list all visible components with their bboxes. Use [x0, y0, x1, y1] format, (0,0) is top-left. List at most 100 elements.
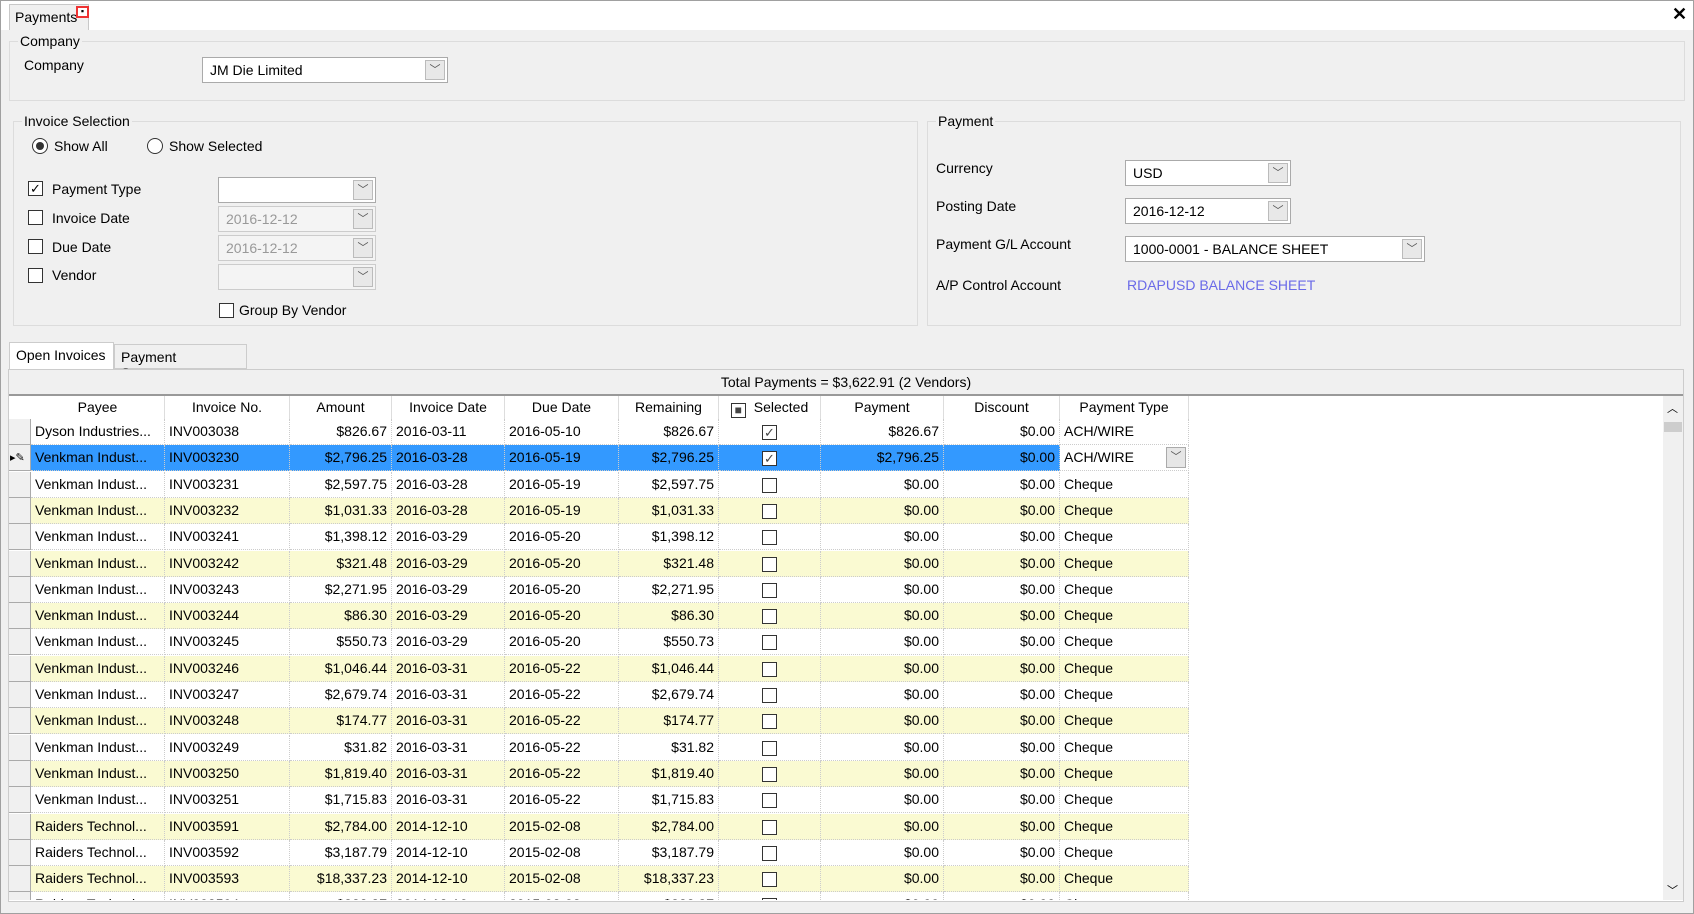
cell-selected[interactable] — [719, 892, 821, 900]
cell-selected[interactable] — [719, 787, 821, 814]
cell-selected[interactable] — [719, 813, 821, 840]
cell-discount[interactable]: $0.00 — [944, 445, 1060, 472]
group-by-vendor-checkbox[interactable] — [219, 303, 234, 318]
selected-checkbox[interactable] — [762, 872, 777, 888]
chevron-down-icon[interactable]: ﹀ — [1166, 447, 1186, 469]
selected-checkbox[interactable] — [762, 556, 777, 572]
row-header[interactable]: ▸✎ — [9, 445, 31, 472]
cell-payment-type[interactable]: Cheque — [1060, 550, 1189, 577]
column-header-payment[interactable]: Payment — [821, 396, 944, 419]
cell-discount[interactable]: $0.00 — [944, 524, 1060, 551]
selected-checkbox[interactable]: ✓ — [762, 451, 777, 467]
table-row[interactable]: Venkman Indust... INV003246 $1,046.44 2016-… — [9, 655, 1189, 682]
cell-payment[interactable]: $0.00 — [821, 629, 944, 656]
cell-discount[interactable]: $0.00 — [944, 734, 1060, 761]
invoice-date-checkbox[interactable] — [28, 210, 43, 225]
selected-checkbox[interactable] — [762, 635, 777, 651]
row-header[interactable] — [9, 497, 31, 524]
show-selected-radio[interactable] — [147, 138, 163, 154]
cell-discount[interactable]: $0.00 — [944, 419, 1060, 445]
cell-payment-type[interactable]: Cheque — [1060, 892, 1189, 900]
cell-payment[interactable]: $0.00 — [821, 682, 944, 708]
table-row[interactable]: Dyson Industries... INV003038 $826.67 2016-… — [9, 419, 1189, 445]
cell-payment[interactable]: $0.00 — [821, 813, 944, 840]
table-row[interactable]: Raiders Technol... INV003594 $333.87 2014-1… — [9, 892, 1189, 900]
chevron-down-icon[interactable]: ﹀ — [353, 180, 373, 200]
selected-checkbox[interactable] — [762, 477, 777, 493]
column-header-invoice-no[interactable]: Invoice No. — [165, 396, 290, 419]
row-header[interactable] — [9, 629, 31, 656]
cell-payment[interactable]: $0.00 — [821, 576, 944, 603]
table-row[interactable]: Venkman Indust... INV003250 $1,819.40 2016-… — [9, 760, 1189, 787]
table-row[interactable]: Venkman Indust... INV003248 $174.77 2016-03… — [9, 708, 1189, 735]
selected-checkbox[interactable] — [762, 503, 777, 519]
selected-checkbox[interactable]: ✓ — [762, 425, 777, 440]
row-header[interactable] — [9, 813, 31, 840]
selected-checkbox[interactable] — [762, 845, 777, 861]
row-header[interactable] — [9, 550, 31, 577]
tab-open-invoices[interactable]: Open Invoices — [9, 342, 114, 369]
cell-discount[interactable]: $0.00 — [944, 892, 1060, 900]
cell-selected[interactable] — [719, 471, 821, 498]
cell-payment-type[interactable]: Cheque — [1060, 866, 1189, 893]
table-row[interactable]: Raiders Technol... INV003592 $3,187.79 2014… — [9, 839, 1189, 866]
row-header[interactable] — [9, 576, 31, 603]
ap-control-link[interactable]: RDAPUSD BALANCE SHEET — [1127, 277, 1315, 293]
payment-type-checkbox[interactable]: ✓ — [28, 181, 43, 196]
chevron-down-icon[interactable]: ﹀ — [1268, 163, 1288, 183]
chevron-down-icon[interactable]: ﹀ — [1268, 201, 1288, 221]
cell-discount[interactable]: $0.00 — [944, 682, 1060, 708]
cell-payment[interactable]: $0.00 — [821, 603, 944, 630]
table-row[interactable]: Venkman Indust... INV003243 $2,271.95 2016-… — [9, 576, 1189, 603]
selected-checkbox[interactable] — [762, 819, 777, 835]
vendor-checkbox[interactable] — [28, 268, 43, 283]
cell-discount[interactable]: $0.00 — [944, 866, 1060, 893]
column-header-selected[interactable]: ■ Selected — [719, 396, 821, 419]
row-header[interactable] — [9, 734, 31, 761]
table-row[interactable]: Raiders Technol... INV003591 $2,784.00 2014… — [9, 813, 1189, 840]
cell-selected[interactable] — [719, 603, 821, 630]
row-header[interactable] — [9, 787, 31, 814]
cell-payment-type[interactable]: Cheque — [1060, 629, 1189, 656]
cell-payment[interactable]: $0.00 — [821, 839, 944, 866]
cell-payment[interactable]: $0.00 — [821, 760, 944, 787]
cell-selected[interactable] — [719, 497, 821, 524]
cell-discount[interactable]: $0.00 — [944, 839, 1060, 866]
cell-payment-type[interactable]: ACH/WIRE ﹀ — [1060, 445, 1189, 472]
cell-discount[interactable]: $0.00 — [944, 576, 1060, 603]
table-row[interactable]: Venkman Indust... INV003249 $31.82 2016-03-… — [9, 734, 1189, 761]
selected-checkbox[interactable] — [762, 661, 777, 677]
scroll-thumb[interactable] — [1664, 422, 1682, 432]
row-header[interactable] — [9, 708, 31, 735]
cell-discount[interactable]: $0.00 — [944, 603, 1060, 630]
cell-payment-type[interactable]: Cheque — [1060, 787, 1189, 814]
cell-payment[interactable]: $826.67 — [821, 419, 944, 445]
cell-discount[interactable]: $0.00 — [944, 787, 1060, 814]
row-header[interactable] — [9, 839, 31, 866]
due-date-checkbox[interactable] — [28, 239, 43, 254]
cell-payment-type[interactable]: Cheque — [1060, 576, 1189, 603]
selected-checkbox[interactable] — [762, 530, 777, 546]
scroll-down-icon[interactable]: ﹀ — [1667, 882, 1678, 898]
table-row[interactable]: Venkman Indust... INV003251 $1,715.83 2016-… — [9, 787, 1189, 814]
column-header-remaining[interactable]: Remaining — [619, 396, 719, 419]
row-header[interactable] — [9, 655, 31, 682]
cell-discount[interactable]: $0.00 — [944, 655, 1060, 682]
table-row[interactable]: Venkman Indust... INV003241 $1,398.12 2016-… — [9, 524, 1189, 551]
column-header-payment-type[interactable]: Payment Type — [1060, 396, 1189, 419]
cell-discount[interactable]: $0.00 — [944, 708, 1060, 735]
cell-selected[interactable] — [719, 866, 821, 893]
cell-payment-type[interactable]: Cheque — [1060, 603, 1189, 630]
table-row[interactable]: Venkman Indust... INV003244 $86.30 2016-03-… — [9, 603, 1189, 630]
selected-checkbox[interactable] — [762, 793, 777, 809]
cell-discount[interactable]: $0.00 — [944, 629, 1060, 656]
cell-payment[interactable]: $0.00 — [821, 734, 944, 761]
cell-payment-type[interactable]: Cheque — [1060, 813, 1189, 840]
cell-discount[interactable]: $0.00 — [944, 550, 1060, 577]
cell-payment[interactable]: $0.00 — [821, 892, 944, 900]
show-all-radio[interactable] — [32, 138, 48, 154]
row-header[interactable] — [9, 892, 31, 900]
payment-type-filter-select[interactable]: ﹀ — [218, 177, 376, 203]
column-header-due-date[interactable]: Due Date — [505, 396, 619, 419]
selected-checkbox[interactable] — [762, 766, 777, 782]
